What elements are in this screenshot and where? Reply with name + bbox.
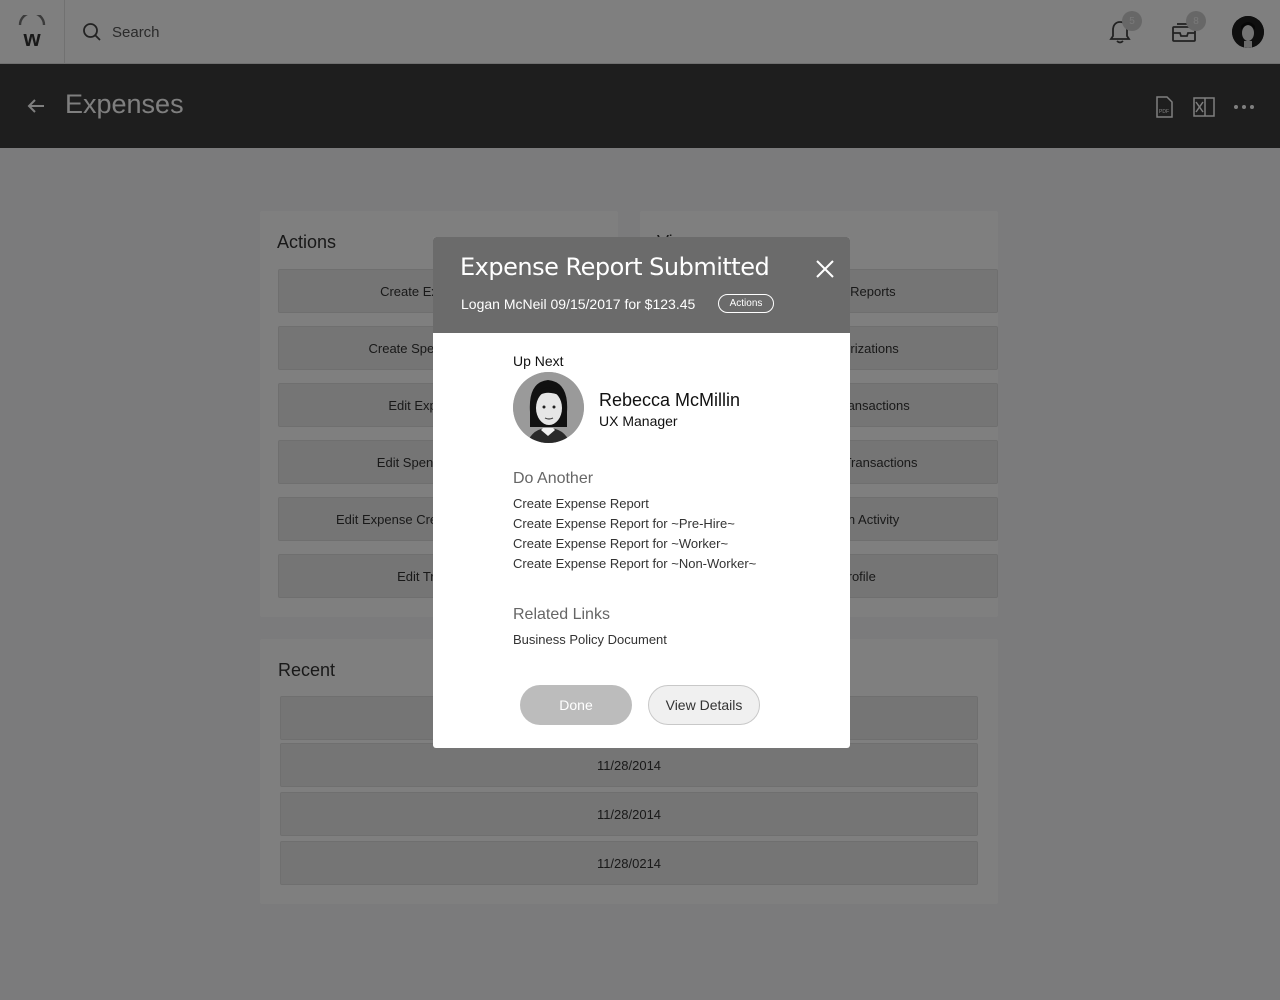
person-role: UX Manager <box>599 413 678 429</box>
person-illustration-icon <box>513 372 584 443</box>
dialog-header: Expense Report Submitted Logan McNeil 09… <box>433 237 850 333</box>
do-another-link[interactable]: Create Expense Report for ~Worker~ <box>513 536 728 551</box>
person-name[interactable]: Rebecca McMillin <box>599 390 740 411</box>
done-button[interactable]: Done <box>520 685 632 725</box>
view-details-button[interactable]: View Details <box>648 685 760 725</box>
dialog-subtitle: Logan McNeil 09/15/2017 for $123.45 <box>461 296 696 312</box>
do-another-heading: Do Another <box>513 470 594 487</box>
actions-button[interactable]: Actions <box>718 294 774 313</box>
do-another-link[interactable]: Create Expense Report for ~Non-Worker~ <box>513 556 756 571</box>
up-next-label: Up Next <box>513 353 564 369</box>
do-another-link[interactable]: Create Expense Report <box>513 496 649 511</box>
related-links-heading: Related Links <box>513 606 610 623</box>
dialog-title: Expense Report Submitted <box>460 253 770 281</box>
close-icon[interactable] <box>814 258 836 280</box>
related-link[interactable]: Business Policy Document <box>513 632 667 647</box>
expense-submitted-dialog: Expense Report Submitted Logan McNeil 09… <box>433 237 850 748</box>
person-avatar[interactable] <box>513 372 584 443</box>
do-another-link[interactable]: Create Expense Report for ~Pre-Hire~ <box>513 516 735 531</box>
